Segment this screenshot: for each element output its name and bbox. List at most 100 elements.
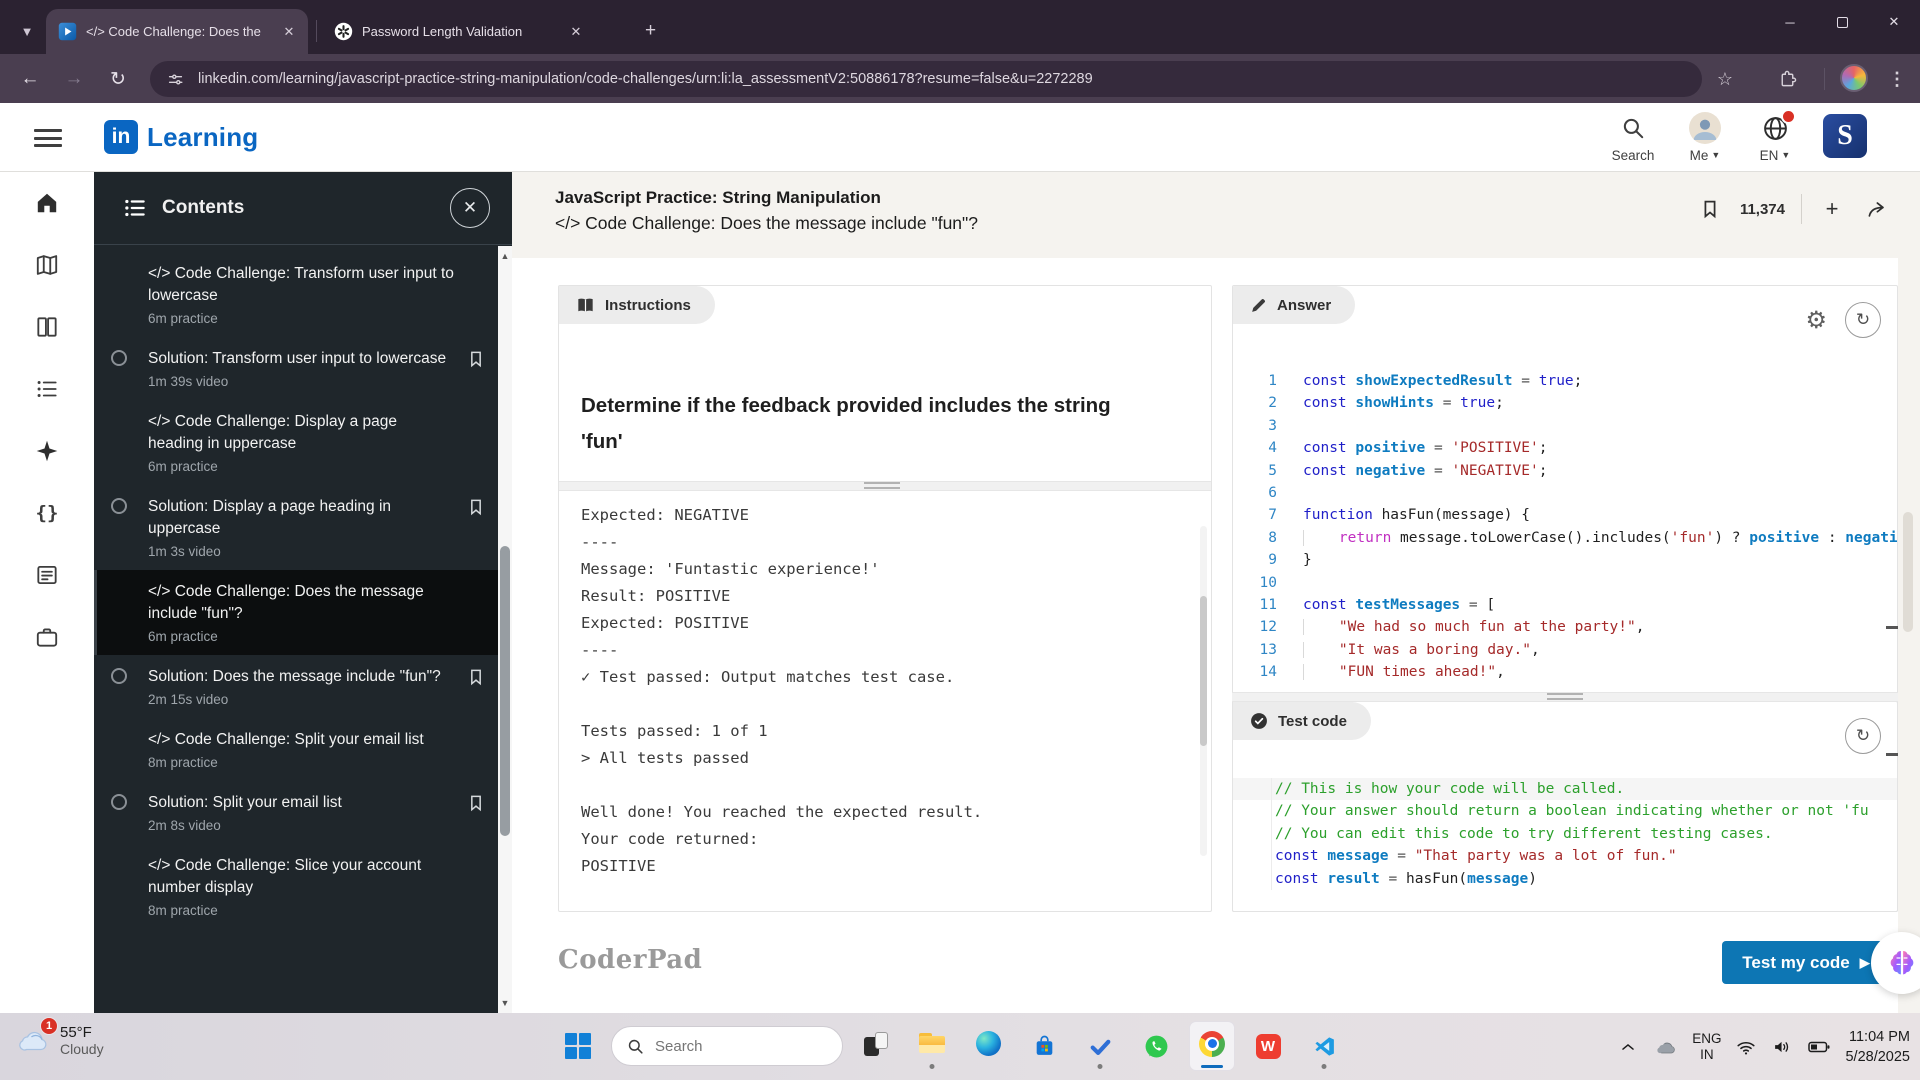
sidebar-item-solution-2[interactable]: Solution: Transform user input to lowerc… — [94, 337, 498, 400]
rail-item-code-practice[interactable]: {} — [0, 482, 94, 544]
window-maximize-button[interactable] — [1816, 0, 1868, 44]
code-line[interactable]: 2const showHints = true; — [1233, 392, 1897, 414]
linkedin-learning-logo[interactable]: in Learning — [104, 120, 258, 154]
bookmark-icon[interactable] — [466, 349, 486, 369]
code-line[interactable]: // This is how your code will be called. — [1233, 778, 1897, 800]
h-scroll-marker[interactable] — [1886, 626, 1898, 629]
taskbar-app-vscode[interactable] — [1301, 1021, 1347, 1071]
share-icon[interactable] — [1862, 195, 1890, 223]
scrollbar-thumb[interactable] — [1200, 596, 1207, 746]
window-minimize-button[interactable]: ─ — [1764, 0, 1816, 44]
panel-divider[interactable] — [559, 481, 1211, 491]
panel-divider[interactable] — [1232, 692, 1898, 702]
taskbar-app-microsoft-store[interactable] — [1021, 1021, 1067, 1071]
code-line[interactable]: 11const testMessages = [ — [1233, 594, 1897, 616]
browser-tab-active[interactable]: </> Code Challenge: Does the ✕ — [46, 9, 308, 54]
hamburger-menu-icon[interactable] — [34, 129, 62, 147]
taskbar-app-edge[interactable] — [965, 1021, 1011, 1071]
sidebar-item-challenge-3[interactable]: </> Code Challenge: Display a page headi… — [94, 400, 498, 485]
wifi-icon[interactable] — [1735, 1036, 1757, 1058]
code-line[interactable]: // You can edit this code to try differe… — [1233, 823, 1897, 845]
code-line[interactable]: 10 — [1233, 572, 1897, 594]
code-line[interactable]: // Your answer should return a boolean i… — [1233, 800, 1897, 822]
test-code-tab[interactable]: Test code — [1233, 702, 1371, 740]
taskbar-app-chrome[interactable] — [1189, 1021, 1235, 1071]
taskbar-app-file-explorer[interactable] — [909, 1021, 955, 1071]
taskbar-app-task-view[interactable] — [853, 1021, 899, 1071]
code-line[interactable]: 8 return message.toLowerCase().includes(… — [1233, 527, 1897, 549]
rail-item-career[interactable] — [0, 606, 94, 668]
sidebar-item-challenge-9[interactable]: </> Code Challenge: Slice your account n… — [94, 844, 498, 929]
volume-icon[interactable] — [1771, 1036, 1793, 1058]
test-code-editor[interactable]: // This is how your code will be called.… — [1233, 778, 1897, 890]
instructions-tab[interactable]: Instructions — [559, 286, 715, 324]
code-line[interactable]: const message = "That party was a lot of… — [1233, 845, 1897, 867]
sidebar-item-solution-6[interactable]: Solution: Does the message include "fun"… — [94, 655, 498, 718]
sidebar-item-challenge-7[interactable]: </> Code Challenge: Split your email lis… — [94, 718, 498, 781]
scrollbar-thumb[interactable] — [1903, 512, 1913, 632]
sidebar-item-challenge-1[interactable]: </> Code Challenge: Transform user input… — [94, 252, 498, 337]
h-scroll-marker[interactable] — [1886, 753, 1898, 756]
forward-button[interactable]: → — [60, 65, 88, 93]
code-line[interactable]: 12 "We had so much fun at the party!", — [1233, 616, 1897, 638]
taskbar-app-whatsapp[interactable] — [1133, 1021, 1179, 1071]
tab-search-button[interactable]: ▼ — [12, 18, 42, 44]
taskbar-app-todo-check[interactable] — [1077, 1021, 1123, 1071]
header-language[interactable]: EN▼ — [1742, 111, 1808, 163]
rail-item-assessments[interactable] — [0, 544, 94, 606]
reset-code-button[interactable]: ↻ — [1845, 302, 1881, 338]
drag-handle-icon[interactable] — [1547, 693, 1583, 700]
reload-button[interactable]: ↻ — [104, 65, 132, 93]
code-line[interactable]: 6 — [1233, 482, 1897, 504]
rail-item-playlists[interactable] — [0, 358, 94, 420]
reset-test-code-button[interactable]: ↻ — [1845, 718, 1881, 754]
answer-code-editor[interactable]: 1const showExpectedResult = true;2const … — [1233, 370, 1897, 684]
onedrive-cloud-icon[interactable] — [1652, 1034, 1678, 1060]
code-line[interactable]: const result = hasFun(message) — [1233, 868, 1897, 890]
bookmark-star-icon[interactable]: ☆ — [1712, 66, 1738, 92]
browser-profile-avatar[interactable] — [1840, 64, 1868, 92]
start-button[interactable] — [555, 1021, 601, 1071]
battery-icon[interactable] — [1807, 1035, 1831, 1059]
code-line[interactable]: 13 "It was a boring day.", — [1233, 639, 1897, 661]
contents-scrollbar[interactable]: ▲ ▼ — [498, 246, 512, 1013]
code-line[interactable]: 1const showExpectedResult = true; — [1233, 370, 1897, 392]
site-settings-icon[interactable] — [166, 70, 185, 89]
answer-tab[interactable]: Answer — [1233, 286, 1355, 324]
rail-item-explore[interactable] — [0, 234, 94, 296]
weather-widget[interactable]: 1 55°F Cloudy — [14, 1021, 104, 1059]
taskbar-search[interactable] — [611, 1026, 843, 1066]
clock-widget[interactable]: 11:04 PM 5/28/2025 — [1845, 1027, 1910, 1067]
back-button[interactable]: ← — [16, 65, 44, 93]
code-line[interactable]: 14 "FUN times ahead!", — [1233, 661, 1897, 683]
code-line[interactable]: 3 — [1233, 415, 1897, 437]
scroll-up-icon[interactable]: ▲ — [498, 248, 512, 264]
test-my-code-button[interactable]: Test my code ▶ — [1722, 941, 1890, 984]
code-line[interactable]: 7function hasFun(message) { — [1233, 504, 1897, 526]
browser-tab-inactive[interactable]: Password Length Validation ✕ — [322, 9, 622, 54]
bookmark-icon[interactable] — [1696, 195, 1724, 223]
add-to-collection-icon[interactable]: + — [1818, 195, 1846, 223]
search-input[interactable] — [655, 1038, 815, 1055]
tray-chevron-up-icon[interactable] — [1618, 1037, 1638, 1057]
code-line[interactable]: 4const positive = 'POSITIVE'; — [1233, 437, 1897, 459]
tab-close-icon[interactable]: ✕ — [567, 23, 585, 41]
tab-close-icon[interactable]: ✕ — [280, 23, 298, 41]
settings-gear-icon[interactable]: ⚙ — [1805, 306, 1827, 335]
sidebar-item-solution-4[interactable]: Solution: Display a page heading in uppe… — [94, 485, 498, 570]
extensions-puzzle-icon[interactable] — [1774, 66, 1800, 92]
new-tab-button[interactable]: + — [645, 20, 656, 42]
page-scrollbar-strip[interactable] — [1898, 172, 1920, 1013]
bookmark-icon[interactable] — [466, 667, 486, 687]
rail-item-library[interactable] — [0, 296, 94, 358]
drag-handle-icon[interactable] — [864, 482, 900, 489]
url-bar[interactable]: linkedin.com/learning/javascript-practic… — [150, 61, 1702, 97]
scroll-down-icon[interactable]: ▼ — [498, 995, 512, 1011]
code-line[interactable]: 9} — [1233, 549, 1897, 571]
language-indicator[interactable]: ENG IN — [1692, 1031, 1721, 1063]
contents-close-button[interactable]: ✕ — [450, 188, 490, 228]
browser-menu-icon[interactable]: ⋮ — [1884, 66, 1910, 92]
window-close-button[interactable]: ✕ — [1868, 0, 1920, 44]
code-line[interactable]: 5const negative = 'NEGATIVE'; — [1233, 460, 1897, 482]
header-me[interactable]: Me▼ — [1672, 111, 1738, 163]
